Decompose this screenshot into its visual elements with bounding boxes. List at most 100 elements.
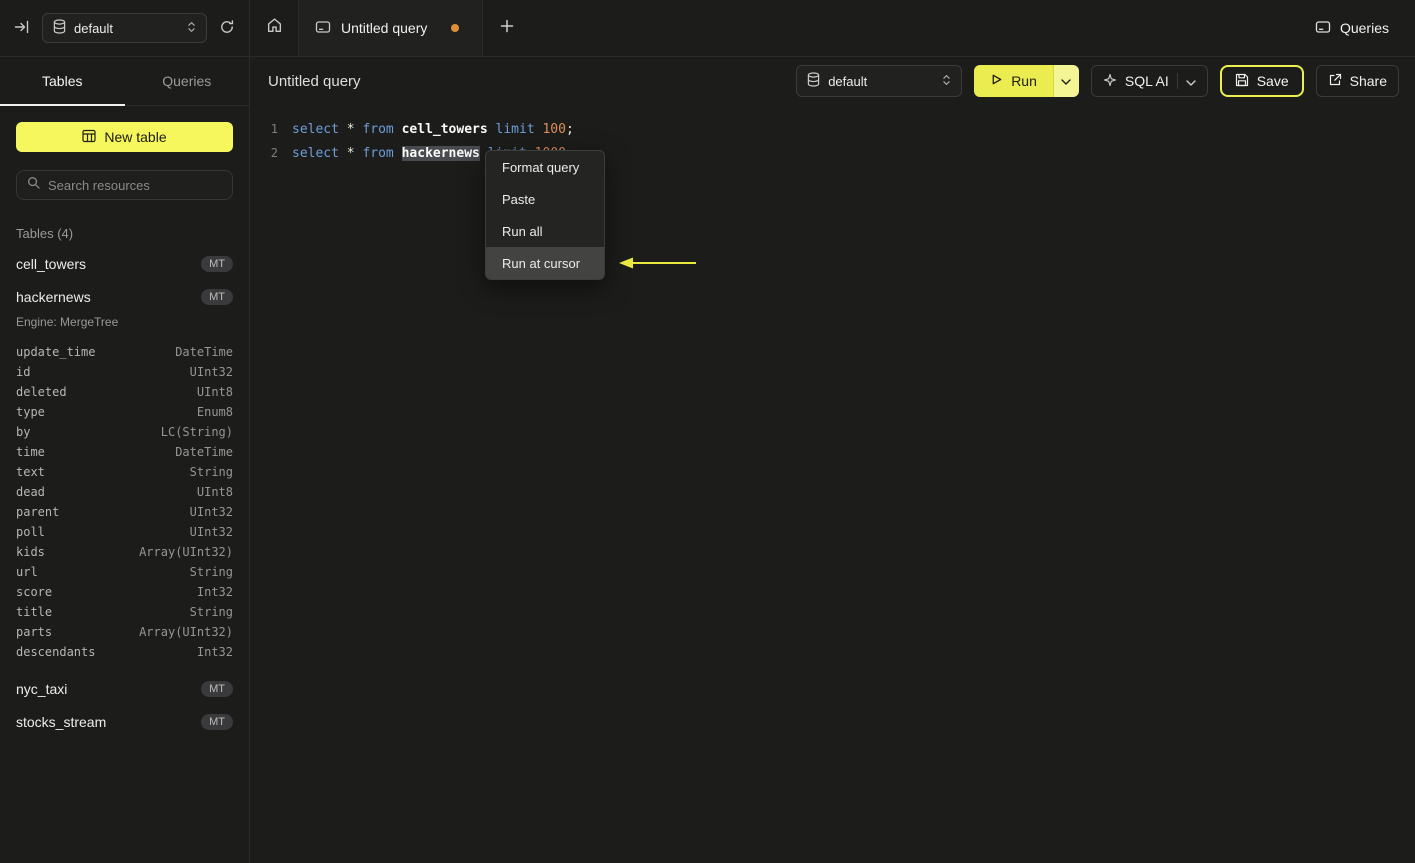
menu-item-format-query[interactable]: Format query	[486, 151, 604, 183]
column-type: Enum8	[196, 405, 233, 419]
tab-label: Untitled query	[341, 20, 428, 36]
column-type: UInt8	[196, 385, 233, 399]
column-row: parts Array(UInt32)	[16, 622, 233, 642]
database-selector[interactable]: default	[42, 13, 207, 43]
run-button-group: Run	[974, 65, 1079, 97]
column-list: update_time DateTime id UInt32 deleted UInt…	[16, 342, 233, 662]
column-type: Int32	[196, 645, 233, 659]
sql-operator: *	[346, 145, 355, 161]
divider	[1176, 73, 1178, 89]
table-row-hackernews[interactable]: hackernews MT	[16, 280, 233, 313]
engine-badge: MT	[201, 680, 233, 697]
column-type: DateTime	[175, 345, 233, 359]
run-button[interactable]: Run	[974, 65, 1053, 97]
topbar: default Untitled query Queries	[0, 0, 1415, 57]
sql-keyword: select	[292, 145, 339, 161]
code-text: select * from cell_towers limit 100;	[292, 122, 574, 137]
column-row: score Int32	[16, 582, 233, 602]
search-icon	[27, 176, 40, 194]
table-row-stocks-stream[interactable]: stocks_stream MT	[16, 705, 233, 738]
column-row: dead UInt8	[16, 482, 233, 502]
sql-number: 100	[542, 121, 566, 137]
queries-icon	[1315, 19, 1331, 38]
column-name: id	[16, 365, 31, 379]
column-name: score	[16, 585, 53, 599]
tables-list: Tables (4) cell_towers MT hackernews MT …	[0, 200, 249, 863]
share-button[interactable]: Share	[1315, 65, 1399, 97]
table-name: hackernews	[16, 288, 91, 305]
column-name: title	[16, 605, 53, 619]
column-name: time	[16, 445, 45, 459]
save-icon	[1235, 73, 1249, 90]
column-type: UInt32	[189, 365, 233, 379]
editor-context-menu: Format query Paste Run all Run at cursor	[485, 150, 605, 280]
table-grid-icon	[82, 129, 96, 146]
menu-item-run-at-cursor[interactable]: Run at cursor	[486, 247, 604, 279]
code-line-1[interactable]: 1 select * from cell_towers limit 100;	[250, 117, 1415, 141]
column-type: Array(UInt32)	[139, 625, 233, 639]
column-name: type	[16, 405, 45, 419]
engine-badge: MT	[201, 255, 233, 272]
sql-ai-button[interactable]: SQL AI	[1090, 65, 1208, 97]
refresh-button[interactable]	[219, 19, 235, 38]
search-box	[16, 170, 233, 200]
tables-section-title: Tables (4)	[16, 226, 74, 241]
column-type: UInt8	[196, 485, 233, 499]
menu-item-paste[interactable]: Paste	[486, 183, 604, 215]
column-row: id UInt32	[16, 362, 233, 382]
queries-button[interactable]: Queries	[1289, 0, 1415, 56]
sql-table-name-selected: hackernews	[401, 145, 480, 161]
database-icon	[807, 72, 820, 90]
table-row-nyc-taxi[interactable]: nyc_taxi MT	[16, 672, 233, 705]
column-name: dead	[16, 485, 45, 499]
new-table-label: New table	[104, 129, 167, 145]
sql-keyword: limit	[495, 121, 535, 137]
sql-ai-label: SQL AI	[1124, 73, 1169, 89]
save-button[interactable]: Save	[1219, 65, 1304, 97]
new-tab-button[interactable]	[483, 0, 531, 56]
tab-untitled-query[interactable]: Untitled query	[298, 0, 483, 56]
queries-button-label: Queries	[1339, 20, 1389, 36]
sql-table-name: cell_towers	[401, 121, 488, 137]
column-row: poll UInt32	[16, 522, 233, 542]
sql-ai-icon	[1103, 73, 1117, 90]
toolbar-database-selector[interactable]: default	[796, 65, 963, 97]
body: Tables Queries New table Tables (4) cell…	[0, 57, 1415, 863]
new-table-button[interactable]: New table	[16, 122, 233, 152]
run-options-button[interactable]	[1052, 65, 1079, 97]
sidebar-tabs: Tables Queries	[0, 57, 249, 106]
column-row: update_time DateTime	[16, 342, 233, 362]
unsaved-indicator	[451, 24, 460, 32]
column-row: by LC(String)	[16, 422, 233, 442]
search-input[interactable]	[48, 177, 222, 193]
sidebar-tab-queries[interactable]: Queries	[125, 57, 250, 105]
engine-badge: MT	[201, 288, 233, 305]
line-number: 2	[270, 146, 278, 160]
column-row: text String	[16, 462, 233, 482]
toolbar: default Run SQL AI Save Share	[796, 65, 1399, 97]
play-icon	[990, 73, 1003, 89]
column-type: String	[189, 605, 233, 619]
query-title: Untitled query	[268, 72, 361, 90]
column-row: parent UInt32	[16, 502, 233, 522]
sql-keyword: from	[362, 121, 394, 137]
line-number: 1	[270, 122, 278, 136]
engine-badge: MT	[201, 713, 233, 730]
sidebar-tab-tables[interactable]: Tables	[0, 57, 125, 106]
column-row: kids Array(UInt32)	[16, 542, 233, 562]
table-row-cell-towers[interactable]: cell_towers MT	[16, 247, 233, 280]
sql-operator: *	[346, 121, 355, 137]
home-button[interactable]	[250, 0, 298, 56]
sql-keyword: select	[292, 121, 339, 137]
collapse-sidebar-button[interactable]	[14, 19, 30, 38]
sql-editor[interactable]: 1 select * from cell_towers limit 100; 2…	[250, 105, 1415, 863]
menu-item-run-all[interactable]: Run all	[486, 215, 604, 247]
share-button-label: Share	[1349, 73, 1387, 89]
share-icon	[1328, 73, 1342, 90]
panel-collapse-icon	[14, 19, 30, 38]
column-type: String	[189, 565, 233, 579]
table-name: stocks_stream	[16, 713, 107, 730]
column-type: UInt32	[189, 525, 233, 539]
code-line-2[interactable]: 2 select * from hackernews limit 1000	[250, 141, 1415, 165]
column-name: update_time	[16, 345, 96, 359]
